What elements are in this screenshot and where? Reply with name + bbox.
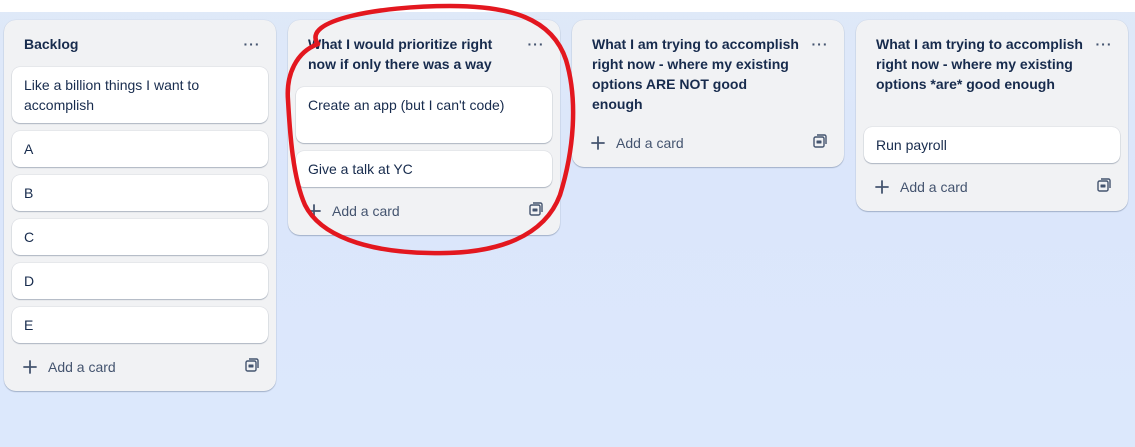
card[interactable]: D [12,263,268,299]
ellipsis-icon: ··· [811,36,829,52]
create-from-template-button[interactable] [806,129,834,157]
create-from-template-button[interactable] [238,353,266,381]
list-menu-button[interactable]: ··· [238,32,266,56]
ellipsis-icon: ··· [243,36,261,52]
card[interactable]: Create an app (but I can't code) [296,87,552,143]
plus-icon [874,179,890,195]
card-template-icon [245,357,259,377]
card[interactable]: E [12,307,268,343]
list-menu-button[interactable]: ··· [806,32,834,56]
card[interactable]: B [12,175,268,211]
list-good-enough: What I am trying to accomplish right now… [856,20,1128,211]
add-card-button[interactable]: Add a card [12,351,232,383]
card-template-icon [529,201,543,221]
list-title[interactable]: What I would prioritize right now if onl… [308,34,516,74]
plus-icon [590,135,606,151]
card[interactable]: Give a talk at YC [296,151,552,187]
list-backlog: Backlog ··· Like a billion things I want… [4,20,276,391]
list-menu-button[interactable]: ··· [1090,32,1118,56]
card[interactable]: A [12,131,268,167]
card[interactable]: Run payroll [864,127,1120,163]
add-card-label: Add a card [332,203,400,219]
card[interactable]: C [12,219,268,255]
card-template-icon [813,133,827,153]
board-canvas: Backlog ··· Like a billion things I want… [0,0,1135,447]
add-card-label: Add a card [616,135,684,151]
list-title[interactable]: What I am trying to accomplish right now… [592,34,800,114]
list-menu-button[interactable]: ··· [522,32,550,56]
add-card-button[interactable]: Add a card [864,171,1084,203]
create-from-template-button[interactable] [522,197,550,225]
ellipsis-icon: ··· [527,36,545,52]
plus-icon [22,359,38,375]
list-title[interactable]: Backlog [24,34,232,54]
plus-icon [306,203,322,219]
list-title[interactable]: What I am trying to accomplish right now… [876,34,1084,94]
add-card-button[interactable]: Add a card [580,127,800,159]
ellipsis-icon: ··· [1095,36,1113,52]
card-template-icon [1097,177,1111,197]
add-card-button[interactable]: Add a card [296,195,516,227]
card[interactable]: Like a billion things I want to accompli… [12,67,268,123]
add-card-label: Add a card [48,359,116,375]
add-card-label: Add a card [900,179,968,195]
create-from-template-button[interactable] [1090,173,1118,201]
list-not-good-enough: What I am trying to accomplish right now… [572,20,844,167]
list-prioritize: What I would prioritize right now if onl… [288,20,560,235]
